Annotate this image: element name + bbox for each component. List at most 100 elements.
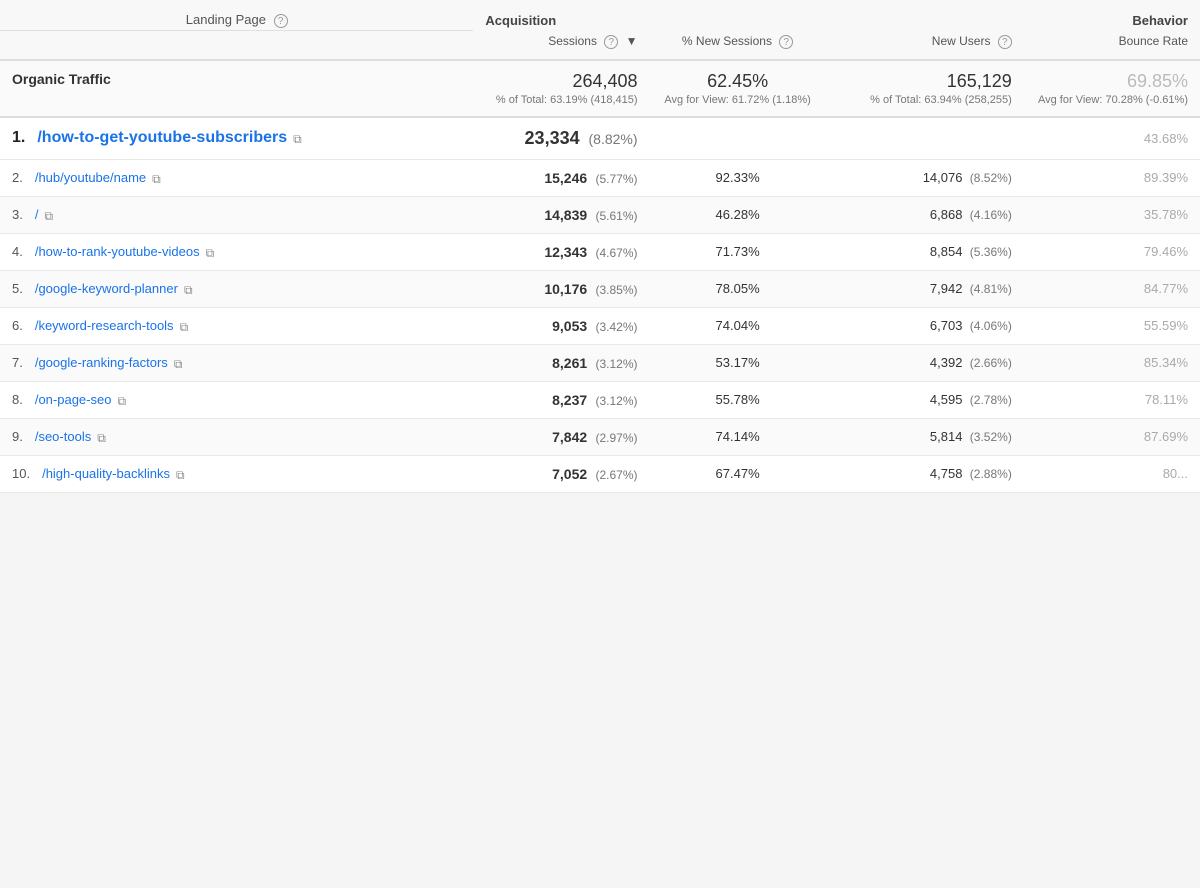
bounce-value: 43.68%	[1144, 131, 1188, 146]
bounce-value: 78.11%	[1145, 392, 1188, 407]
table-row: 9. /seo-tools ⧉ 7,842 (2.97%) 74.14% 5,814 (3…	[0, 418, 1200, 455]
bounce-cell: 78.11%	[1024, 381, 1200, 418]
page-cell: 4./how-to-rank-youtube-videos⧉	[0, 233, 473, 270]
sessions-percent: (2.97%)	[592, 431, 637, 445]
new-users-help-icon[interactable]: ?	[998, 35, 1012, 49]
behavior-label: Behavior	[1132, 13, 1188, 28]
page-link[interactable]: /	[35, 207, 39, 222]
page-link[interactable]: /on-page-seo	[35, 392, 112, 407]
page-link[interactable]: /google-ranking-factors	[35, 355, 168, 370]
sessions-percent: (8.82%)	[585, 131, 638, 147]
external-link-icon[interactable]: ⧉	[206, 246, 220, 260]
new-users-cell: 8,854 (5.36%)	[826, 233, 1024, 270]
bounce-rate-label: Bounce Rate	[1119, 34, 1188, 48]
new-users-cell: 4,392 (2.66%)	[826, 344, 1024, 381]
new-users-percent: (2.66%)	[966, 356, 1011, 370]
bounce-value: 85.34%	[1144, 355, 1188, 370]
page-cell: 2./hub/youtube/name⧉	[0, 159, 473, 196]
bounce-cell: 79.46%	[1024, 233, 1200, 270]
external-link-icon[interactable]: ⧉	[184, 283, 198, 297]
organic-new-users-value: 165,129	[838, 71, 1012, 92]
page-link[interactable]: /high-quality-backlinks	[42, 466, 170, 481]
new-sessions-cell: 53.17%	[650, 344, 826, 381]
sessions-cell: 7,842 (2.97%)	[473, 418, 649, 455]
sessions-cell: 8,237 (3.12%)	[473, 381, 649, 418]
new-users-cell: 14,076 (8.52%)	[826, 159, 1024, 196]
bounce-cell: 55.59%	[1024, 307, 1200, 344]
sessions-percent: (3.42%)	[592, 320, 637, 334]
new-sessions-cell: 78.05%	[650, 270, 826, 307]
new-users-cell: 6,868 (4.16%)	[826, 196, 1024, 233]
page-cell: 10./high-quality-backlinks⧉	[0, 455, 473, 492]
new-sessions-value: 74.04%	[716, 318, 760, 333]
table-row: 3./⧉14,839 (5.61%)46.28%6,868 (4.16%)35.…	[0, 196, 1200, 233]
external-link-icon[interactable]: ⧉	[174, 357, 188, 371]
table-row: 4./how-to-rank-youtube-videos⧉12,343 (4.…	[0, 233, 1200, 270]
new-users-percent: (3.52%)	[966, 430, 1011, 444]
page-link[interactable]: /keyword-research-tools	[35, 318, 174, 333]
bounce-value: 89.39%	[1144, 170, 1188, 185]
organic-new-sessions-cell: 62.45% Avg for View: 61.72% (1.18%)	[650, 60, 826, 117]
group-header-row: Landing Page ? Acquisition Behavior	[0, 0, 1200, 30]
bounce-value: 80...	[1163, 466, 1188, 481]
organic-sessions-cell: 264,408 % of Total: 63.19% (418,415)	[473, 60, 649, 117]
table-row: 1. /how-to-get-youtube-subscribers ⧉ 23,334…	[0, 117, 1200, 160]
external-link-icon[interactable]: ⧉	[44, 209, 58, 223]
sessions-percent: (3.12%)	[592, 357, 637, 371]
sessions-value: 9,053	[552, 318, 587, 334]
external-link-icon[interactable]: ⧉	[176, 468, 190, 482]
new-sessions-value: 71.73%	[716, 244, 760, 259]
page-link[interactable]: /seo-tools	[35, 429, 91, 444]
column-header-row: Sessions ? ▼ % New Sessions ? New Users …	[0, 30, 1200, 60]
page-cell: 1. /how-to-get-youtube-subscribers ⧉	[0, 117, 473, 160]
external-link-icon[interactable]: ⧉	[293, 132, 307, 146]
table-row: 2./hub/youtube/name⧉15,246 (5.77%)92.33%…	[0, 159, 1200, 196]
bounce-value: 87.69%	[1144, 429, 1188, 444]
page-link[interactable]: /google-keyword-planner	[35, 281, 178, 296]
external-link-icon[interactable]: ⧉	[117, 394, 131, 408]
landing-page-label: Landing Page	[186, 12, 266, 27]
bounce-cell: 85.34%	[1024, 344, 1200, 381]
landing-page-help-icon[interactable]: ?	[274, 14, 288, 28]
sessions-value: 7,842	[552, 429, 587, 445]
sessions-sort-icon[interactable]: ▼	[626, 34, 638, 48]
page-link[interactable]: /hub/youtube/name	[35, 170, 146, 185]
organic-bounce-sub: Avg for View: 70.28% (-0.61%)	[1036, 94, 1188, 106]
row-number: 6.	[12, 318, 23, 333]
bounce-rate-col-header: Bounce Rate	[1024, 30, 1200, 60]
new-sessions-cell: 55.78%	[650, 381, 826, 418]
organic-traffic-label: Organic Traffic	[12, 71, 111, 87]
bounce-value: 84.77%	[1144, 281, 1188, 296]
sessions-value: 7,052	[552, 466, 587, 482]
external-link-icon[interactable]: ⧉	[180, 320, 194, 334]
acquisition-label: Acquisition	[485, 13, 556, 28]
sessions-value: 23,334	[525, 128, 580, 148]
row-number: 1.	[12, 129, 25, 146]
new-users-value: 8,854	[930, 244, 963, 259]
sessions-cell: 10,176 (3.85%)	[473, 270, 649, 307]
new-sessions-cell: 67.47%	[650, 455, 826, 492]
organic-bounce-cell: 69.85% Avg for View: 70.28% (-0.61%)	[1024, 60, 1200, 117]
organic-new-sessions-value: 62.45%	[662, 71, 814, 92]
row-number: 8.	[12, 392, 23, 407]
sessions-value: 12,343	[544, 244, 587, 260]
page-link[interactable]: /how-to-get-youtube-subscribers	[37, 129, 287, 146]
new-sessions-value: 53.17%	[716, 355, 760, 370]
new-sessions-col-header: % New Sessions ?	[650, 30, 826, 60]
page-link[interactable]: /how-to-rank-youtube-videos	[35, 244, 200, 259]
external-link-icon[interactable]: ⧉	[97, 431, 111, 445]
bounce-cell: 80...	[1024, 455, 1200, 492]
new-users-value: 7,942	[930, 281, 963, 296]
sessions-percent: (4.67%)	[592, 246, 637, 260]
external-link-icon[interactable]: ⧉	[152, 172, 166, 186]
new-sessions-value: 74.14%	[716, 429, 760, 444]
new-sessions-value: 67.47%	[716, 466, 760, 481]
sessions-cell: 12,343 (4.67%)	[473, 233, 649, 270]
sessions-help-icon[interactable]: ?	[604, 35, 618, 49]
new-sessions-help-icon[interactable]: ?	[779, 35, 793, 49]
new-sessions-cell: 46.28%	[650, 196, 826, 233]
sessions-value: 8,261	[552, 355, 587, 371]
new-users-cell: 5,814 (3.52%)	[826, 418, 1024, 455]
sessions-percent: (5.77%)	[592, 172, 637, 186]
row-number: 9.	[12, 429, 23, 444]
